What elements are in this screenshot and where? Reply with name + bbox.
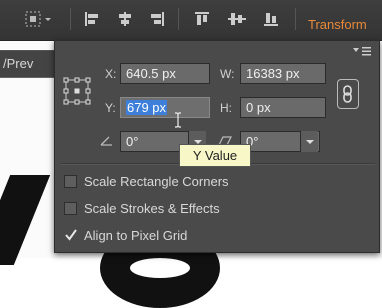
link-icon [343,85,352,103]
x-position-field[interactable]: 640.5 px [120,63,210,84]
align-to-pixel-grid-label: Align to Pixel Grid [84,228,188,243]
scale-strokes-effects-checkbox[interactable] [64,202,77,215]
rotate-icon [100,136,112,146]
checkmark-icon[interactable] [64,228,78,242]
constrain-proportions-button[interactable] [337,79,359,109]
document-tab[interactable]: /Prev [0,50,60,78]
toolbar-separator [178,8,179,30]
scale-rectangle-corners-checkbox[interactable] [64,175,77,188]
h-label: H: [220,101,232,115]
width-field[interactable]: 16383 px [240,63,326,84]
toolbar-separator [295,8,296,30]
height-field[interactable]: 0 px [240,97,326,118]
align-bottom-icon[interactable] [263,11,279,27]
chevron-down-icon [306,140,314,144]
align-center-icon[interactable] [117,11,133,27]
align-middle-icon[interactable] [227,11,247,27]
text-cursor-icon [175,112,181,128]
align-right-icon[interactable] [149,11,165,27]
align-left-icon[interactable] [84,11,100,27]
transform-link[interactable]: Transform [308,17,367,32]
control-bar: Transform [0,0,382,41]
artboard-align-icon[interactable] [24,11,54,27]
w-label: W: [220,67,235,81]
y-position-field[interactable]: 679 px [120,97,210,118]
panel-menu-icon[interactable] [351,45,373,57]
align-top-icon[interactable] [194,11,210,27]
shear-dropdown[interactable] [300,131,318,152]
tooltip: Y Value [179,144,251,167]
toolbar-separator [70,8,71,30]
x-label: X: [105,67,117,81]
y-label: Y: [105,101,116,115]
reference-point-icon[interactable] [63,77,91,105]
document-tab-label: /Prev [3,56,34,71]
y-value-text: 679 px [126,100,168,115]
scale-rectangle-corners-label: Scale Rectangle Corners [84,174,229,189]
scale-strokes-effects-label: Scale Strokes & Effects [84,201,220,216]
